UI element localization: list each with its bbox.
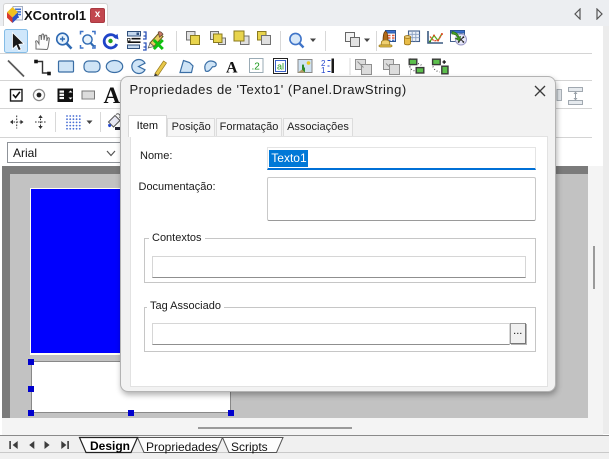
svg-text:1: 1 bbox=[321, 66, 326, 75]
svg-text:A: A bbox=[226, 60, 238, 77]
svg-text:A: A bbox=[104, 83, 121, 108]
svg-text:.2: .2 bbox=[252, 62, 261, 73]
svg-text:al: al bbox=[277, 62, 284, 72]
